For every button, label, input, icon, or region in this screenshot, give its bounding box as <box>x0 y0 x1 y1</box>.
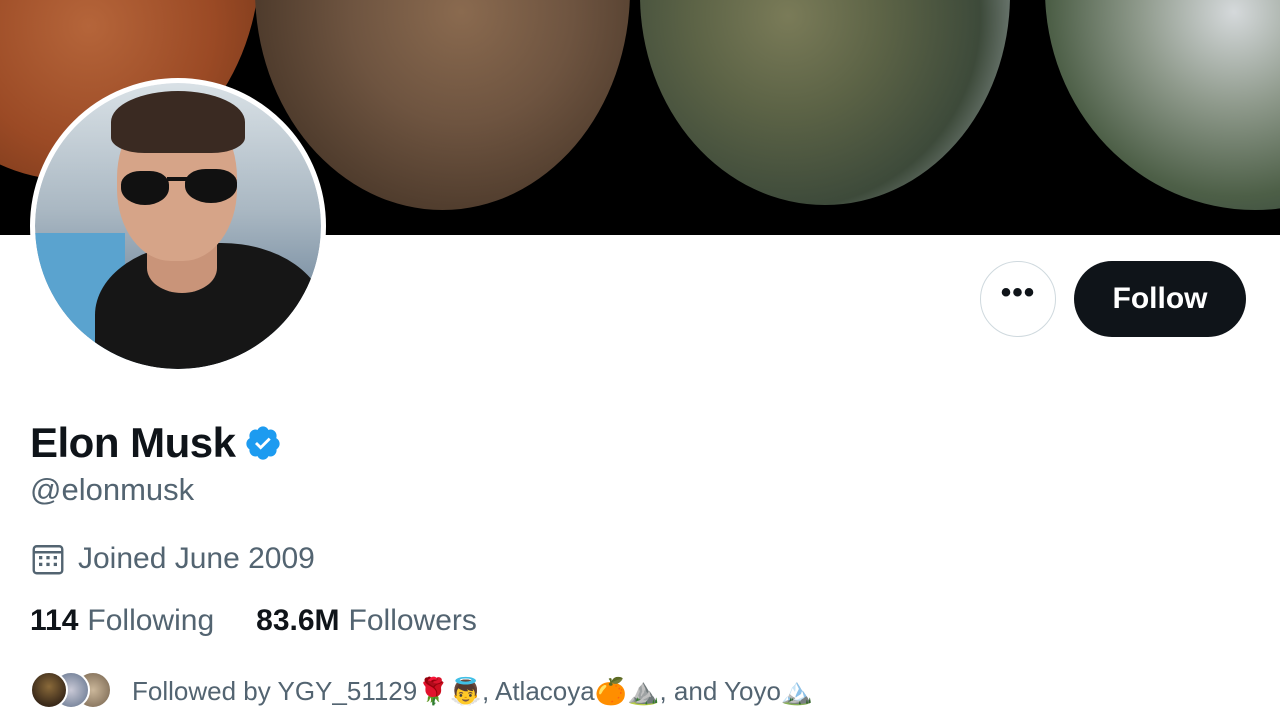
name-row: Elon Musk <box>30 418 282 468</box>
joined-date: Joined June 2009 <box>78 542 315 575</box>
avatar-sunglasses-left <box>121 171 169 205</box>
more-options-button[interactable]: ••• <box>980 261 1056 337</box>
calendar-icon <box>32 545 64 575</box>
banner-planet <box>640 0 1010 205</box>
follow-stats: 114 Following 83.6M Followers <box>30 604 519 648</box>
followers-you-know-avatars <box>30 671 112 711</box>
profile-handle: @elonmusk <box>30 472 195 507</box>
banner-planet <box>1045 0 1280 210</box>
joined-date-row: Joined June 2009 <box>30 538 315 580</box>
followers-label: Followers <box>348 604 477 637</box>
profile-avatar[interactable] <box>30 78 326 374</box>
followers-link[interactable]: 83.6M Followers <box>256 604 477 638</box>
avatar <box>30 671 68 709</box>
profile-page: ••• Follow Elon Musk @elonmusk Joined Ju… <box>0 0 1280 720</box>
follow-button[interactable]: Follow <box>1074 261 1246 337</box>
followed-by-row[interactable]: Followed by YGY_51129🌹👼, Atlacoya🍊⛰️, an… <box>30 670 813 712</box>
avatar-photo <box>35 83 321 369</box>
avatar-hair <box>111 91 245 153</box>
followed-by-text: Followed by YGY_51129🌹👼, Atlacoya🍊⛰️, an… <box>132 675 814 706</box>
avatar-sunglasses-right <box>185 169 237 203</box>
following-link[interactable]: 114 Following <box>30 604 214 638</box>
display-name: Elon Musk <box>30 419 236 466</box>
avatar-sunglasses-bridge <box>167 177 187 181</box>
followers-count: 83.6M <box>256 604 340 637</box>
follow-button-label: Follow <box>1112 282 1208 315</box>
verified-badge-icon[interactable] <box>244 424 282 462</box>
following-count: 114 <box>30 604 79 637</box>
following-label: Following <box>87 604 215 637</box>
more-horizontal-icon: ••• <box>1000 276 1036 309</box>
